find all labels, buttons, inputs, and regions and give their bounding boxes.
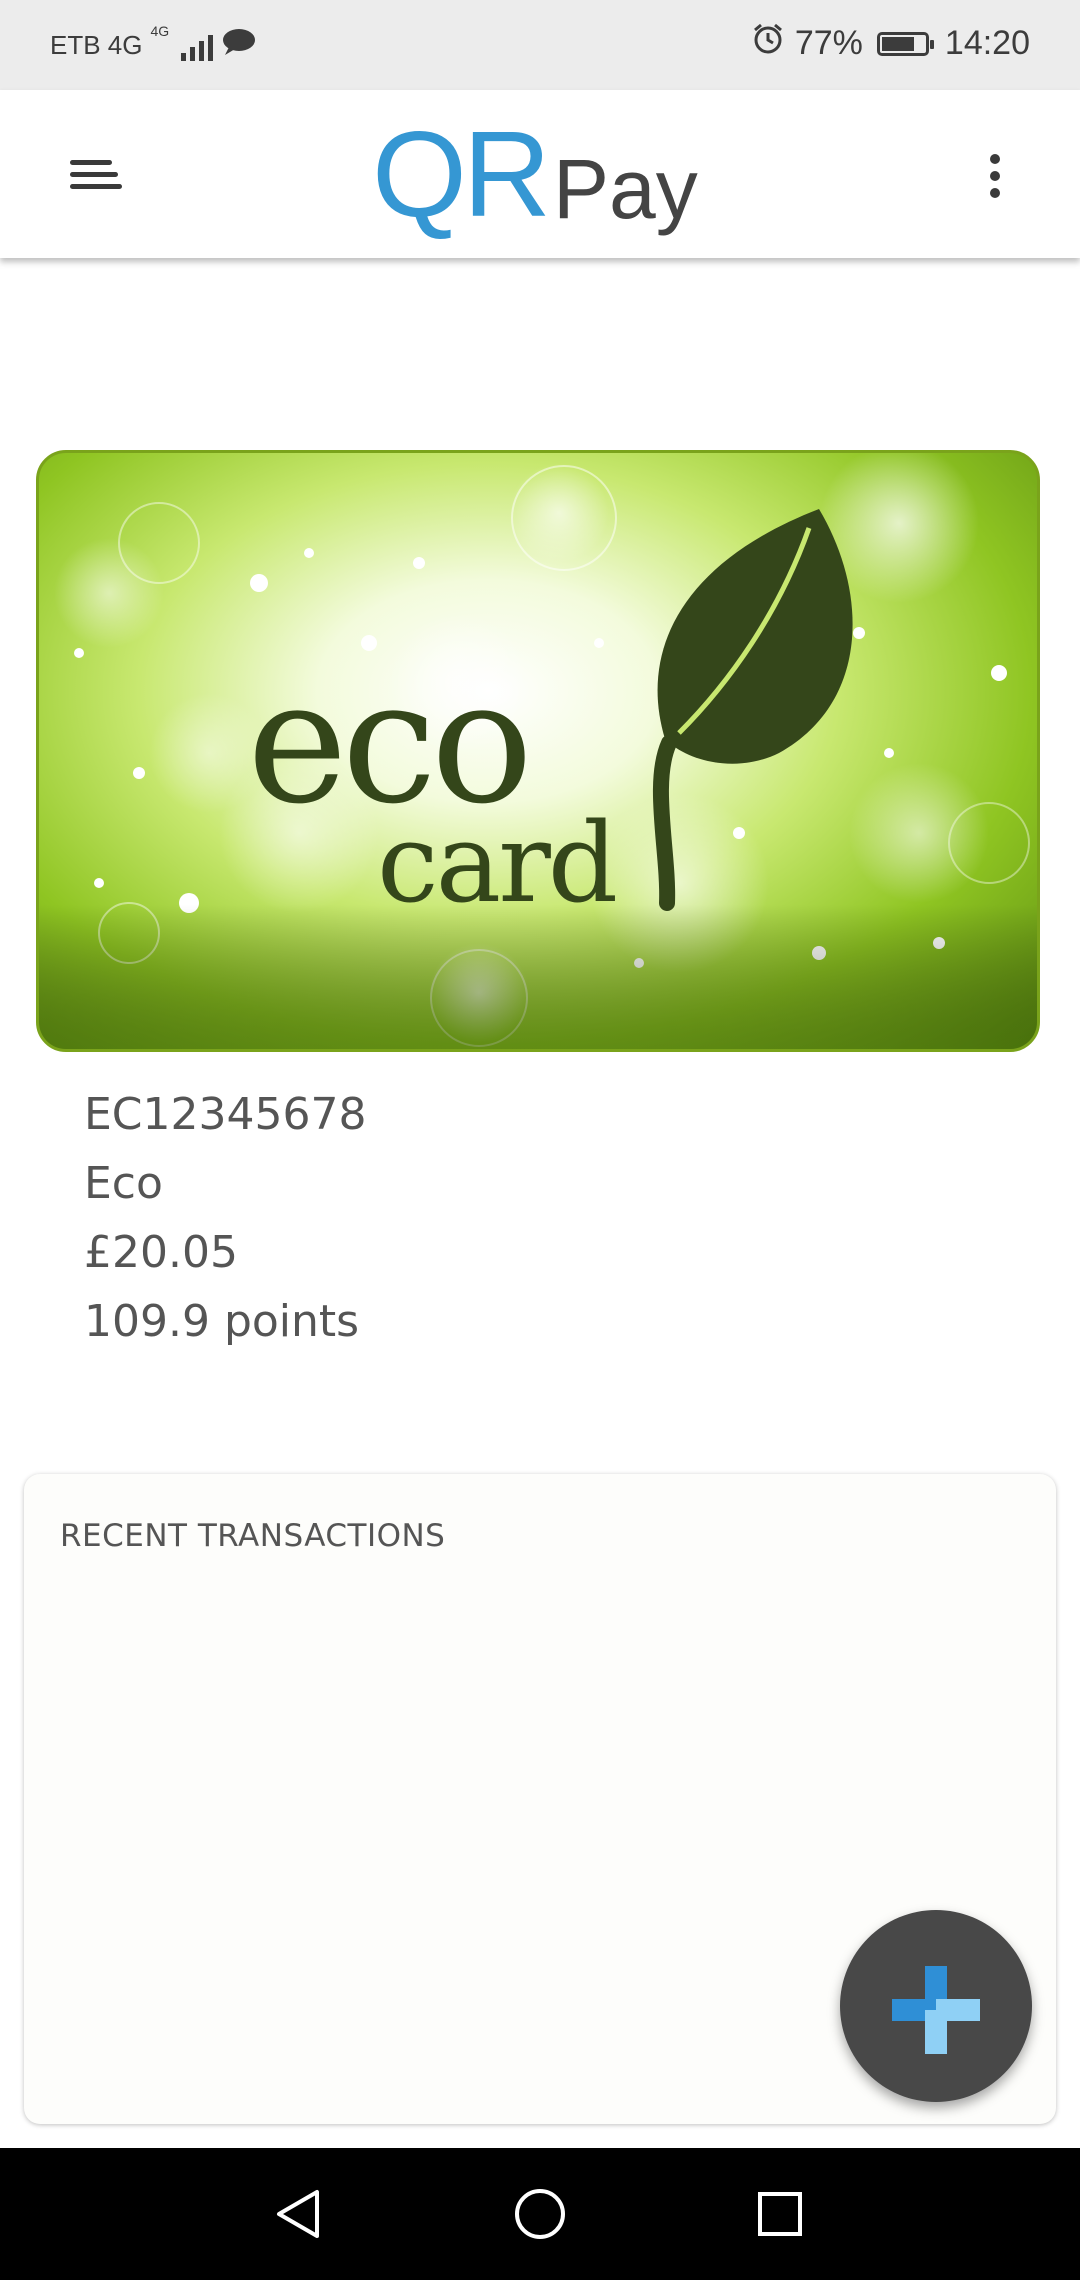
status-right: 77% 14:20 [751,22,1030,65]
card-balance: £20.05 [84,1227,238,1278]
card-type: Eco [84,1158,163,1209]
card-brand-card: card [377,799,616,927]
clock-time: 14:20 [944,24,1030,62]
hamburger-menu-icon[interactable] [60,140,132,212]
recent-transactions-title: RECENT TRANSACTIONS [60,1518,446,1554]
network-badge: 4G [150,23,170,39]
status-bar: ETB 4G 4G 77% 14:20 [0,0,1080,90]
card-artwork: eco card [39,453,1037,1049]
logo-qr-text: QR [372,106,551,242]
more-vert-icon[interactable] [970,140,1020,212]
eco-card-image[interactable]: eco card [36,450,1040,1052]
app-bar: QR Pay [0,90,1080,258]
status-left: ETB 4G 4G [50,23,257,64]
signal-icon [181,31,214,61]
carrier-label: ETB 4G [50,30,143,60]
system-nav-bar [0,2148,1080,2280]
logo-pay-text: Pay [553,142,698,236]
message-icon [221,27,257,64]
plus-icon [892,1966,980,2054]
battery-icon [876,31,934,56]
home-icon[interactable] [495,2178,585,2250]
card-number: EC12345678 [84,1089,367,1140]
alarm-icon [751,22,785,65]
card-details: EC12345678 Eco £20.05 109.9 points [84,1080,366,1356]
back-icon[interactable] [255,2178,345,2250]
app-logo: QR Pay [372,90,698,258]
card-points: 109.9 points [84,1296,360,1347]
battery-percent: 77% [794,24,863,62]
add-button[interactable] [840,1910,1032,2102]
recents-icon[interactable] [735,2178,825,2250]
battery-level-fill [881,36,915,51]
